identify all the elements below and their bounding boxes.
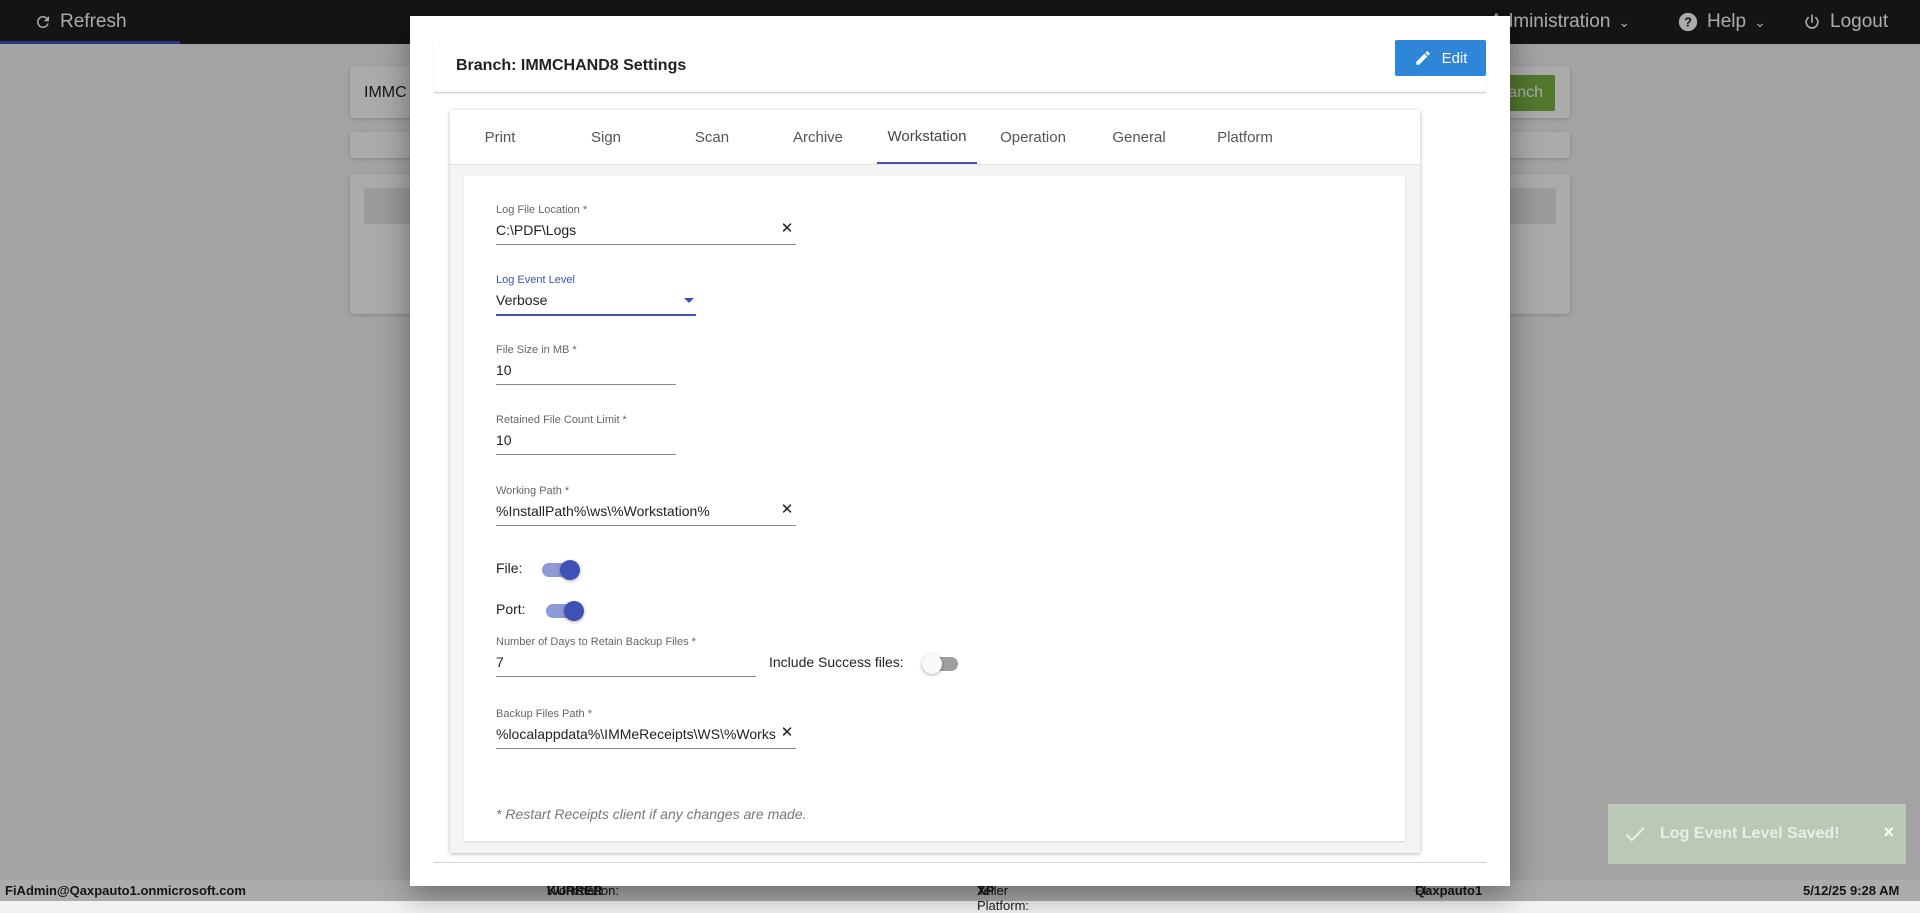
tab-label: Sign [590,128,622,146]
include-success-row: Include Success files: [769,654,960,674]
log-event-level-value: Verbose [496,292,548,308]
log-event-level-label: Log Event Level [496,274,575,286]
tab-label: Print [484,128,516,146]
log-event-level-field: Log Event Level Verbose [496,274,696,316]
log-file-location-label: Log File Location * [496,204,588,216]
branch-settings-dialog: Branch: IMMCHAND8 Settings Edit Print Si… [410,16,1510,886]
tab-workstation[interactable]: Workstation [877,110,977,164]
tab-label: Workstation [887,127,967,145]
tab-platform[interactable]: Platform [1195,110,1295,164]
tab-archive[interactable]: Archive [768,110,868,164]
backup-path-field: Backup Files Path * ✕ [496,708,796,749]
port-toggle[interactable] [545,601,584,621]
dialog-header: Branch: IMMCHAND8 Settings Edit [434,40,1486,93]
include-success-toggle[interactable] [921,654,960,674]
tab-label: Scan [694,128,730,146]
retain-days-field: Number of Days to Retain Backup Files * [496,636,756,677]
check-icon [1625,827,1645,842]
success-toast: Log Event Level Saved! × [1608,804,1906,864]
tab-label: Archive [792,128,844,146]
edit-label: Edit [1441,49,1468,67]
working-path-input[interactable] [496,499,776,523]
backup-path-input[interactable] [496,722,776,746]
tab-sign[interactable]: Sign [556,110,656,164]
retained-file-count-input[interactable] [496,428,676,452]
tab-operation[interactable]: Operation [983,110,1083,164]
port-toggle-label: Port: [496,601,526,617]
backup-path-label: Backup Files Path * [496,708,592,720]
tab-label: General [1112,128,1166,146]
log-file-location-field: Log File Location * ✕ [496,204,796,245]
log-file-location-input[interactable] [496,218,796,242]
tab-label: Platform [1217,128,1273,146]
workstation-settings-form: Log File Location * ✕ Log Event Level Ve… [464,176,1405,841]
settings-panel-container: Print Sign Scan Archive Workstation Oper… [434,92,1486,863]
port-toggle-row: Port: [496,601,584,621]
tab-label: Operation [1000,128,1066,146]
working-path-label: Working Path * [496,485,570,497]
pencil-icon [1415,51,1430,65]
file-toggle-row: File: [496,560,581,580]
close-icon[interactable]: × [1883,822,1894,843]
close-icon[interactable]: ✕ [780,221,794,236]
dropdown-arrow-icon [684,298,694,303]
file-size-label: File Size in MB * [496,344,577,356]
tab-general[interactable]: General [1089,110,1189,164]
close-icon[interactable]: ✕ [780,725,794,740]
retained-file-count-field: Retained File Count Limit * [496,414,676,455]
restart-note: * Restart Receipts client if any changes… [496,806,807,822]
close-icon[interactable]: ✕ [780,502,794,517]
include-success-label: Include Success files: [769,654,904,670]
toast-message: Log Event Level Saved! [1660,825,1840,842]
log-event-level-select[interactable]: Verbose [496,288,696,316]
dialog-title: Branch: IMMCHAND8 Settings [456,57,687,74]
file-toggle-label: File: [496,560,523,576]
retain-days-input[interactable] [496,650,756,674]
working-path-field: Working Path * ✕ [496,485,796,526]
settings-tabs: Print Sign Scan Archive Workstation Oper… [450,110,1420,165]
file-size-field: File Size in MB * [496,344,676,385]
retained-file-count-label: Retained File Count Limit * [496,414,627,426]
settings-panel: Print Sign Scan Archive Workstation Oper… [450,110,1420,853]
tab-scan[interactable]: Scan [662,110,762,164]
file-toggle[interactable] [542,560,581,580]
edit-button[interactable]: Edit [1395,40,1486,76]
tab-print[interactable]: Print [450,110,550,164]
file-size-input[interactable] [496,358,676,382]
retain-days-label: Number of Days to Retain Backup Files * [496,636,696,648]
